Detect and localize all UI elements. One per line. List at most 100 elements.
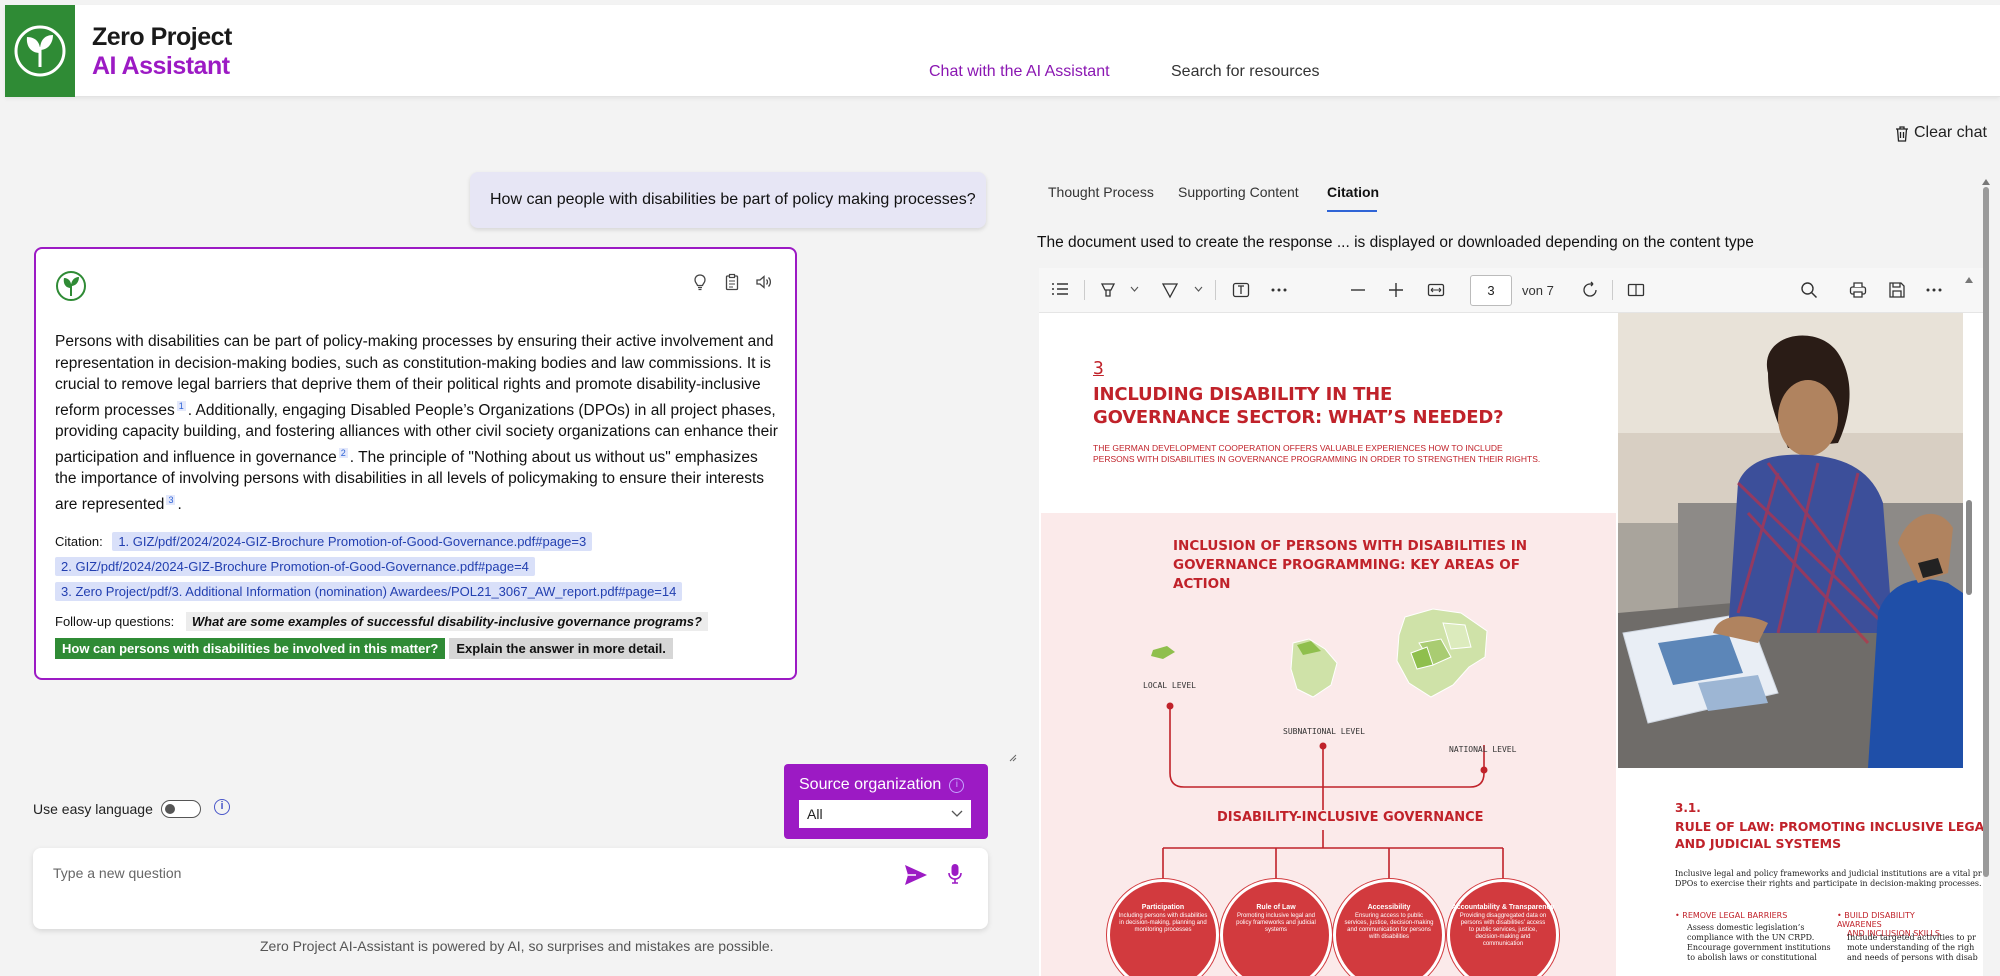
send-icon[interactable] [904,864,928,886]
clear-chat-button[interactable]: Clear chat [1894,124,1987,142]
more-options-icon[interactable] [1926,288,1942,292]
brand-title: Zero Project AI Assistant [92,23,232,81]
toolbar-divider [1215,280,1216,300]
citation-ref-2[interactable]: 2 [338,447,348,458]
lightbulb-icon[interactable] [691,273,709,291]
followup-row-1: Follow-up questions: What are some examp… [55,612,708,631]
brand-line1: Zero Project [92,23,232,51]
tab-thought-process[interactable]: Thought Process [1048,184,1154,200]
tab-citation[interactable]: Citation [1327,184,1379,200]
clear-chat-label: Clear chat [1914,124,1987,141]
circle-desc: Ensuring access to public services, just… [1344,913,1434,940]
pdf-rol-text-line1: Inclusive legal and policy frameworks an… [1675,869,1982,878]
nav-search-resources[interactable]: Search for resources [1171,63,1320,81]
clipboard-icon[interactable] [723,273,741,291]
zoom-out-icon[interactable] [1351,289,1365,291]
text-box-icon[interactable] [1232,281,1250,299]
followup-question-3[interactable]: Explain the answer in more detail. [449,638,673,659]
highlight-icon[interactable] [1099,281,1117,299]
citation-ref-3[interactable]: 3 [166,494,176,505]
pdf-viewer: 3 von 7 3 INCLUDING DISABILITY IN THE GO… [1039,268,1983,976]
right-panel-scrollbar[interactable] [1983,187,1989,877]
followup-question-2[interactable]: How can persons with disabilities be inv… [55,638,446,659]
pdf-dig-label: DISABILITY-INCLUSIVE GOVERNANCE [1213,810,1488,825]
answer-text: Persons with disabilities can be part of… [55,331,780,515]
map-subnational-shape [1290,638,1338,698]
circle-title: Rule of Law [1256,904,1296,911]
pdf-scroll-up-arrow-icon[interactable] [1964,276,1974,284]
followup-label: Follow-up questions: [55,614,175,629]
nav-chat[interactable]: Chat with the AI Assistant [929,63,1110,81]
pdf-rol-text: Inclusive legal and policy frameworks an… [1675,869,1982,889]
pdf-page: 3 INCLUDING DISABILITY IN THE GOVERNANCE… [1041,313,1983,976]
easy-language-toggle[interactable] [160,800,201,818]
rotate-icon[interactable] [1581,281,1599,299]
followup-row-2: How can persons with disabilities be inv… [55,638,673,659]
citation-link-1[interactable]: 1. GIZ/pdf/2024/2024-GIZ-Brochure Promot… [112,532,593,551]
map-local-shape [1151,646,1175,659]
toolbar-divider [1612,280,1613,300]
circle-desc: Including persons with disabilities in d… [1118,913,1208,933]
easy-language-label: Use easy language [33,801,153,817]
page-number-input[interactable]: 3 [1470,275,1512,306]
pdf-bullet2-text: Include targeted activities to pr mote u… [1847,933,1978,963]
chevron-down-icon[interactable] [1130,286,1139,292]
answer-part-4: . [177,495,182,513]
pdf-bullet1-line: Encourage government institutions [1687,943,1831,952]
pdf-rol-number: 3.1. [1675,801,1701,815]
citation-row-2: 2. GIZ/pdf/2024/2024-GIZ-Brochure Promot… [55,557,535,576]
source-organization-select[interactable]: All [799,800,971,828]
question-input-box[interactable]: Type a new question [33,848,988,929]
more-options-icon[interactable] [1271,288,1287,292]
contents-list-icon[interactable] [1051,281,1069,297]
source-organization-info-icon[interactable]: i [949,777,965,793]
draw-icon[interactable] [1161,281,1179,299]
pdf-bullet2-line: Include targeted activities to pr [1847,933,1976,942]
zero-project-logo[interactable] [5,5,75,97]
pdf-toolbar: 3 von 7 [1039,268,1983,313]
pdf-rol-title-line2: AND JUDICIAL SYSTEMS [1675,836,1842,851]
brand-line2: AI Assistant [92,52,230,80]
pdf-rol-title: RULE OF LAW: PROMOTING INCLUSIVE LEGAL A… [1675,818,1983,852]
speaker-icon[interactable] [755,273,773,291]
source-organization-label: Source organization [799,776,942,793]
citation-description: The document used to create the response… [1037,234,1754,251]
citation-link-2[interactable]: 2. GIZ/pdf/2024/2024-GIZ-Brochure Promot… [55,557,535,576]
app-header: Zero Project AI Assistant Chat with the … [5,5,2000,97]
microphone-icon[interactable] [948,863,962,885]
citation-link-3[interactable]: 3. Zero Project/pdf/3. Additional Inform… [55,582,683,601]
map-national-shape [1396,608,1488,698]
pdf-bullet1-title: • REMOVE LEGAL BARRIERS [1675,911,1788,920]
assistant-avatar-icon [56,271,86,301]
save-icon[interactable] [1888,281,1906,299]
pdf-bullet1-text: Assess domestic legislation’s compliance… [1687,923,1831,963]
circle-title: Participation [1141,904,1185,911]
circle-desc: Promoting inclusive legal and policy fra… [1236,913,1316,933]
source-organization-value: All [807,806,823,822]
citation-row-1: Citation: 1. GIZ/pdf/2024/2024-GIZ-Broch… [55,532,593,551]
panel-resize-handle-icon[interactable] [1008,753,1018,763]
circle-desc: Providing disaggregated data on persons … [1459,913,1547,947]
pdf-scrollbar[interactable] [1966,500,1972,595]
fit-page-icon[interactable] [1427,281,1445,299]
active-tab-indicator [1327,210,1377,212]
search-icon[interactable] [1800,281,1818,299]
pdf-bullet1-line: to abolish laws or constitutional [1687,953,1817,962]
circle-title: Accountability & Transparency [1451,904,1555,911]
page-view-icon[interactable] [1627,281,1645,299]
citation-ref-1[interactable]: 1 [176,400,186,411]
pdf-bullet1-line: compliance with the UN CRPD. [1687,933,1815,942]
answer-toolbar [691,273,773,291]
scroll-up-arrow-icon[interactable] [1981,178,1991,186]
circle-title: Accessibility [1367,904,1411,911]
tab-supporting-content[interactable]: Supporting Content [1178,184,1299,200]
pdf-bullet2-line: and needs of persons with disab [1847,953,1978,962]
followup-question-1[interactable]: What are some examples of successful dis… [185,612,708,631]
print-icon[interactable] [1849,281,1867,299]
page-count: von 7 [1522,283,1554,298]
pdf-bullet2-title-line1: • BUILD DISABILITY AWARENES [1837,911,1915,929]
easy-language-info-icon[interactable]: i [214,799,230,815]
chevron-down-icon[interactable] [1194,286,1203,292]
zoom-in-icon[interactable] [1389,283,1403,297]
question-input[interactable]: Type a new question [53,865,181,881]
